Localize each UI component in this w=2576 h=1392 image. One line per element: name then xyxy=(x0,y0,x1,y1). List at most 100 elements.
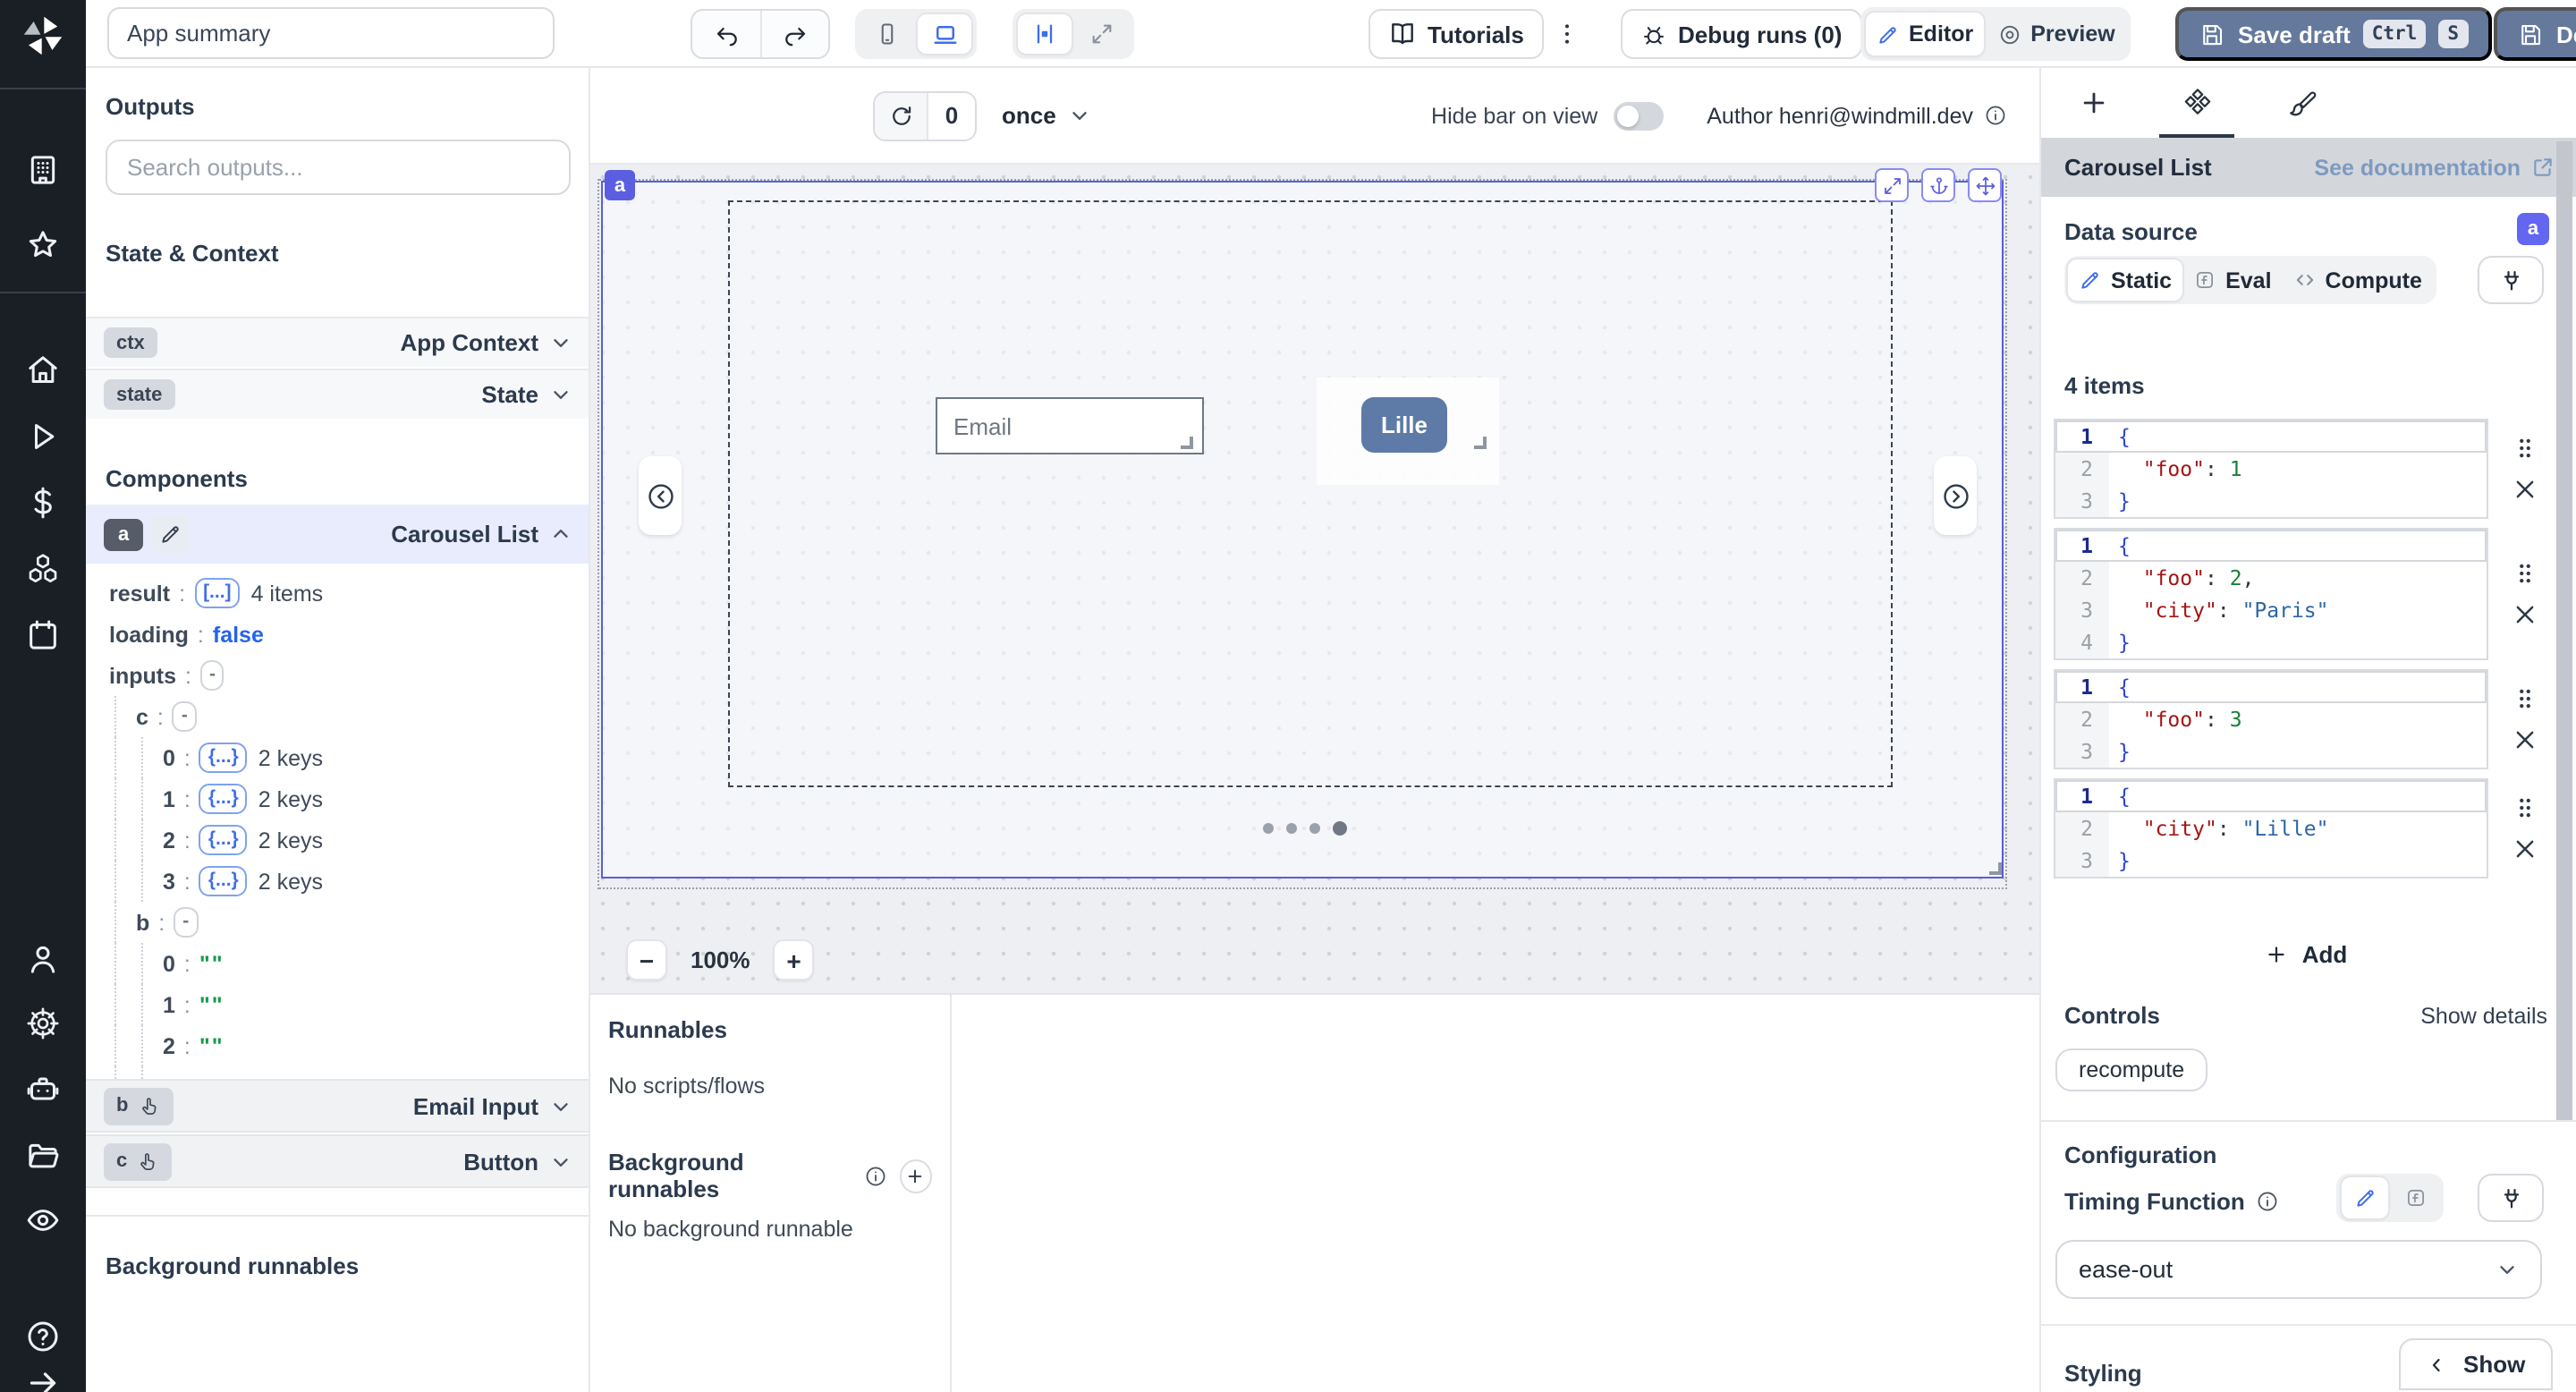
code-line[interactable]: 3} xyxy=(2055,845,2487,877)
chevron-down-icon[interactable] xyxy=(549,1094,572,1117)
kebab-menu-button[interactable] xyxy=(1553,20,1581,48)
zoom-out-button[interactable]: − xyxy=(626,939,667,980)
button-component[interactable]: Lille xyxy=(1361,397,1447,453)
add-item-button[interactable]: Add xyxy=(2064,941,2547,968)
carousel-dots[interactable] xyxy=(1263,821,1352,836)
help-icon[interactable] xyxy=(25,1319,61,1354)
output-tree-row[interactable]: c:- xyxy=(106,696,589,737)
remove-item-button[interactable] xyxy=(2511,836,2538,862)
app-canvas[interactable]: a Lille − 100% + xyxy=(590,163,2039,993)
eye-icon[interactable] xyxy=(25,1202,61,1238)
chevron-down-icon[interactable] xyxy=(549,383,572,406)
code-line[interactable]: 2 "foo": 2, xyxy=(2055,562,2487,594)
remove-item-button[interactable] xyxy=(2511,726,2538,753)
item-json-editor[interactable]: 1{2 "foo": 2,3 "city": "Paris"4} xyxy=(2054,528,2488,660)
state-row[interactable]: state State xyxy=(86,369,590,419)
info-icon[interactable] xyxy=(2256,1190,2279,1213)
move-component-button[interactable] xyxy=(1968,168,2002,202)
output-tree-row[interactable]: 3:{...}2 keys xyxy=(106,861,589,902)
code-line[interactable]: 1{ xyxy=(2055,671,2487,703)
undo-button[interactable] xyxy=(692,11,760,57)
output-tree-row[interactable]: inputs:- xyxy=(106,655,589,696)
code-line[interactable]: 3} xyxy=(2055,485,2487,517)
scrollbar-thumb[interactable] xyxy=(2556,141,2572,1120)
carousel-prev-button[interactable] xyxy=(639,456,682,535)
play-icon[interactable] xyxy=(25,419,61,454)
drag-handle-icon[interactable] xyxy=(2511,435,2538,462)
building-icon[interactable] xyxy=(25,152,61,188)
expand-chip[interactable]: [...] xyxy=(194,578,241,608)
component-id-tag[interactable]: a xyxy=(605,170,635,200)
redo-button[interactable] xyxy=(760,11,828,57)
deploy-button[interactable]: Deploy xyxy=(2494,7,2576,61)
debug-runs-button[interactable]: Debug runs (0) xyxy=(1621,9,1861,59)
carousel-dot[interactable] xyxy=(1333,821,1347,836)
remove-item-button[interactable] xyxy=(2511,601,2538,628)
fullscreen-layout-button[interactable] xyxy=(1075,14,1129,54)
dollar-icon[interactable] xyxy=(25,485,61,521)
editor-tab[interactable]: Editor xyxy=(1866,13,1984,55)
output-tree-row[interactable]: 1:{...}2 keys xyxy=(106,778,589,819)
output-tree-row[interactable]: 1:"" xyxy=(106,984,589,1025)
output-tree-row[interactable]: 0:{...}2 keys xyxy=(106,737,589,778)
carousel-item-container[interactable] xyxy=(728,200,1893,787)
carousel-dot[interactable] xyxy=(1309,823,1320,834)
refresh-count-button[interactable]: 0 xyxy=(873,90,977,140)
code-line[interactable]: 2 "city": "Lille" xyxy=(2055,812,2487,845)
show-styling-button[interactable]: Show xyxy=(2399,1338,2552,1390)
eval-timing-button[interactable] xyxy=(2392,1177,2438,1218)
settings-tab[interactable] xyxy=(2145,68,2249,138)
arrow-right-icon[interactable] xyxy=(25,1365,61,1392)
expand-chip[interactable]: - xyxy=(174,907,198,938)
drag-handle-icon[interactable] xyxy=(2511,560,2538,587)
calendar-icon[interactable] xyxy=(25,617,61,653)
email-input-component[interactable] xyxy=(936,397,1204,454)
show-details-link[interactable]: Show details xyxy=(2420,1004,2547,1029)
see-documentation-link[interactable]: See documentation xyxy=(2314,155,2555,180)
anchor-component-button[interactable] xyxy=(1921,168,1955,202)
component-resize-handle[interactable] xyxy=(1989,862,2002,875)
code-line[interactable]: 1{ xyxy=(2055,420,2487,453)
output-tree-row[interactable]: 2:"" xyxy=(106,1025,589,1066)
static-timing-button[interactable] xyxy=(2342,1177,2388,1218)
output-tree-row[interactable]: result:[...]4 items xyxy=(106,573,589,614)
insert-tab[interactable] xyxy=(2041,68,2145,138)
mobile-view-button[interactable] xyxy=(860,14,914,54)
recompute-button[interactable]: recompute xyxy=(2055,1048,2207,1091)
star-icon[interactable] xyxy=(25,227,61,263)
item-json-editor[interactable]: 1{2 "foo": 33} xyxy=(2054,669,2488,769)
preview-tab[interactable]: Preview xyxy=(1987,13,2126,55)
compute-mode-button[interactable]: Compute xyxy=(2283,259,2433,301)
carousel-dot[interactable] xyxy=(1286,823,1297,834)
zoom-in-button[interactable]: + xyxy=(774,939,815,980)
carousel-dot[interactable] xyxy=(1263,823,1274,834)
robot-icon[interactable] xyxy=(25,1072,61,1108)
expand-chip[interactable]: {...} xyxy=(199,743,248,773)
resize-handle[interactable] xyxy=(1474,437,1487,449)
output-tree-row[interactable]: loading:false xyxy=(106,614,589,655)
resize-handle[interactable] xyxy=(1181,437,1193,449)
desktop-view-button[interactable] xyxy=(918,14,971,54)
component-a-row[interactable]: a Carousel List xyxy=(86,505,590,564)
static-mode-button[interactable]: Static xyxy=(2068,259,2182,301)
code-line[interactable]: 1{ xyxy=(2055,780,2487,812)
center-layout-button[interactable] xyxy=(1018,14,1072,54)
connect-timing-button[interactable] xyxy=(2478,1174,2544,1222)
output-tree-row[interactable]: b:- xyxy=(106,902,589,943)
expand-chip[interactable]: {...} xyxy=(199,825,248,855)
styling-tab[interactable] xyxy=(2249,68,2352,138)
expand-component-button[interactable] xyxy=(1875,168,1909,202)
user-icon[interactable] xyxy=(25,941,61,977)
output-tree-row[interactable]: 2:{...}2 keys xyxy=(106,819,589,861)
expand-chip[interactable]: - xyxy=(173,701,197,732)
code-line[interactable]: 3 "city": "Paris" xyxy=(2055,594,2487,626)
code-line[interactable]: 3} xyxy=(2055,735,2487,768)
save-draft-button[interactable]: Save draft Ctrl S xyxy=(2175,7,2491,61)
carousel-next-button[interactable] xyxy=(1934,456,1977,535)
search-outputs-input[interactable] xyxy=(106,140,571,195)
code-line[interactable]: 2 "foo": 3 xyxy=(2055,703,2487,735)
output-tree-row[interactable]: 0:"" xyxy=(106,943,589,984)
code-line[interactable]: 1{ xyxy=(2055,530,2487,562)
code-line[interactable]: 4} xyxy=(2055,626,2487,658)
chevron-up-icon[interactable] xyxy=(549,522,572,546)
